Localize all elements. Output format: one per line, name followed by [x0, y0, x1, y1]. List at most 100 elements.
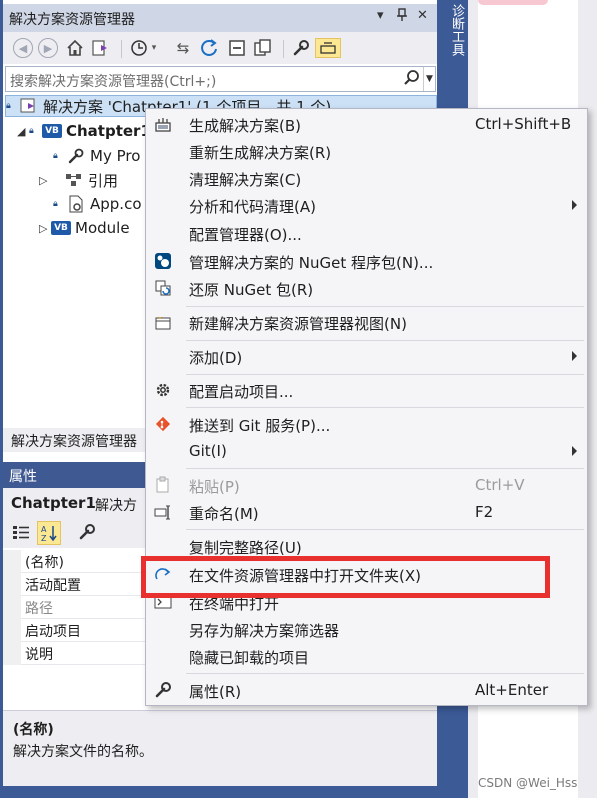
watermark: CSDN @Wei_Hss — [478, 776, 578, 790]
vb-project-icon: VB — [42, 124, 62, 138]
solution-explorer-search[interactable]: 搜索解决方案资源管理器(Ctrl+;) ▼ — [5, 66, 436, 92]
wrench-icon — [79, 524, 95, 540]
pending-changes-filter-button[interactable] — [129, 38, 149, 58]
categorized-button[interactable] — [11, 522, 31, 542]
solution-explorer-tab[interactable]: 解决方案资源管理器 — [11, 431, 137, 451]
tree-node-my-project[interactable]: 🔒︎ My Pro — [53, 145, 140, 167]
solution-explorer-toolbar: ◀ ▶ ▾ ⇆ — [3, 32, 437, 64]
description-title: (名称) — [13, 722, 54, 738]
menu-separator — [186, 673, 584, 674]
home-button[interactable] — [65, 38, 85, 58]
pink-tab-edge — [478, 0, 548, 5]
menu-item-rebuild-solution[interactable]: 重新生成解决方案(R) — [147, 138, 586, 165]
property-pages-button[interactable] — [77, 522, 97, 542]
tree-node-references[interactable]: ▷ 引用 — [39, 169, 118, 191]
project-label: Chatpter1 — [66, 122, 151, 140]
menu-item-properties[interactable]: 属性(R) Alt+Enter — [147, 677, 586, 704]
menu-separator — [186, 407, 584, 408]
menu-separator — [186, 306, 584, 307]
back-button[interactable]: ◀ — [13, 38, 33, 58]
pin-icon — [397, 8, 407, 21]
switch-views-button[interactable] — [91, 38, 111, 58]
preview-selected-items-button[interactable] — [315, 38, 341, 58]
collapse-all-icon — [229, 40, 245, 56]
expanded-arrow-icon: ◢ — [17, 124, 26, 138]
menu-item-save-as-filter[interactable]: 另存为解决方案筛选器 — [147, 616, 586, 643]
sync-with-document-button[interactable]: ⇆ — [173, 38, 193, 58]
close-button[interactable]: ✕ — [417, 8, 428, 23]
show-all-files-icon — [254, 39, 271, 56]
nuget-icon — [152, 251, 174, 271]
diagnostic-tools-label: 诊断工具 — [449, 4, 464, 56]
window-frame-bottom — [0, 786, 442, 798]
property-description-pane: (名称) 解决方案文件的名称。 — [3, 710, 437, 786]
menu-item-clean-solution[interactable]: 清理解决方案(C) — [147, 165, 586, 192]
tree-node-app-config[interactable]: 🔒︎ App.co — [53, 193, 142, 215]
menu-separator — [186, 374, 584, 375]
menu-item-git[interactable]: Git(I) — [147, 438, 586, 465]
solution-explorer-titlebar: 解决方案资源管理器 ▾ ✕ — [3, 4, 437, 32]
pin-button[interactable] — [396, 8, 408, 26]
my-project-label: My Pro — [90, 147, 141, 165]
collapse-all-button[interactable] — [227, 38, 247, 58]
paste-icon — [152, 475, 174, 495]
menu-item-build-solution[interactable]: 生成解决方案(B) Ctrl+Shift+B — [147, 111, 586, 138]
menu-item-rename[interactable]: 重命名(M) F2 — [147, 499, 586, 526]
menu-item-configuration-manager[interactable]: 配置管理器(O)... — [147, 220, 586, 247]
refresh-icon — [201, 39, 217, 56]
lock-icon: 🔒︎ — [53, 199, 58, 209]
module-label: Module — [75, 219, 130, 237]
preview-icon — [320, 42, 336, 54]
properties-object-type: 解决方 — [95, 498, 137, 514]
menu-item-manage-nuget[interactable]: 管理解决方案的 NuGet 程序包(N)... — [147, 248, 586, 275]
switch-views-icon — [92, 40, 107, 56]
references-icon — [64, 172, 84, 188]
svg-text:Z: Z — [41, 534, 47, 542]
menu-item-analyze-code-cleanup[interactable]: 分析和代码清理(A) — [147, 192, 586, 219]
submenu-arrow-icon — [572, 200, 577, 210]
wrench-icon — [66, 148, 86, 164]
menu-item-hide-unloaded-projects[interactable]: 隐藏已卸载的项目 — [147, 643, 586, 670]
tree-node-project[interactable]: ◢ 🔒︎ VB Chatpter1 — [17, 120, 151, 142]
annotation-highlight-box — [141, 556, 550, 598]
properties-button[interactable] — [291, 38, 311, 58]
show-all-files-button[interactable] — [253, 38, 273, 58]
menu-separator — [186, 468, 584, 469]
gear-icon — [152, 380, 174, 400]
refresh-button[interactable] — [199, 38, 219, 58]
clock-icon — [131, 40, 147, 56]
submenu-arrow-icon — [572, 351, 577, 361]
property-key: 活动配置 — [25, 578, 81, 594]
collapsed-arrow-icon: ▷ — [39, 173, 48, 187]
search-icon — [404, 70, 419, 85]
alphabetical-button[interactable]: AZ — [37, 521, 61, 545]
collapsed-arrow-icon: ▷ — [39, 221, 48, 235]
build-icon — [152, 114, 174, 134]
home-icon — [67, 39, 83, 56]
solution-explorer-title: 解决方案资源管理器 — [9, 12, 135, 28]
menu-item-paste[interactable]: 粘贴(P) Ctrl+V — [147, 472, 586, 499]
filter-dropdown-button[interactable]: ▾ — [149, 38, 159, 58]
window-position-dropdown-button[interactable]: ▾ — [377, 8, 384, 23]
vb-file-icon: VB — [51, 221, 71, 235]
tree-node-module[interactable]: ▷ VB Module — [39, 217, 130, 239]
categorized-icon — [13, 526, 29, 539]
search-placeholder: 搜索解决方案资源管理器(Ctrl+;) — [10, 74, 217, 90]
menu-item-restore-nuget[interactable]: 还原 NuGet 包(R) — [147, 275, 586, 302]
menu-separator — [186, 340, 584, 341]
wrench-icon — [152, 680, 174, 700]
solution-icon — [19, 98, 39, 114]
properties-object-name: Chatpter1 — [11, 494, 96, 512]
menu-item-configure-startup[interactable]: 配置启动项目... — [147, 377, 586, 404]
new-view-icon — [152, 312, 174, 332]
property-key: 路径 — [25, 601, 53, 617]
restore-icon — [152, 278, 174, 298]
menu-item-push-git[interactable]: 推送到 Git 服务(P)... — [147, 411, 586, 438]
property-key: 说明 — [25, 647, 53, 663]
properties-title: 属性 — [9, 469, 37, 485]
menu-item-new-explorer-view[interactable]: 新建解决方案资源管理器视图(N) — [147, 309, 586, 336]
svg-text:A: A — [41, 525, 47, 534]
menu-item-add[interactable]: 添加(D) — [147, 343, 586, 370]
forward-button[interactable]: ▶ — [38, 38, 58, 58]
search-options-dropdown[interactable]: ▼ — [423, 67, 435, 91]
